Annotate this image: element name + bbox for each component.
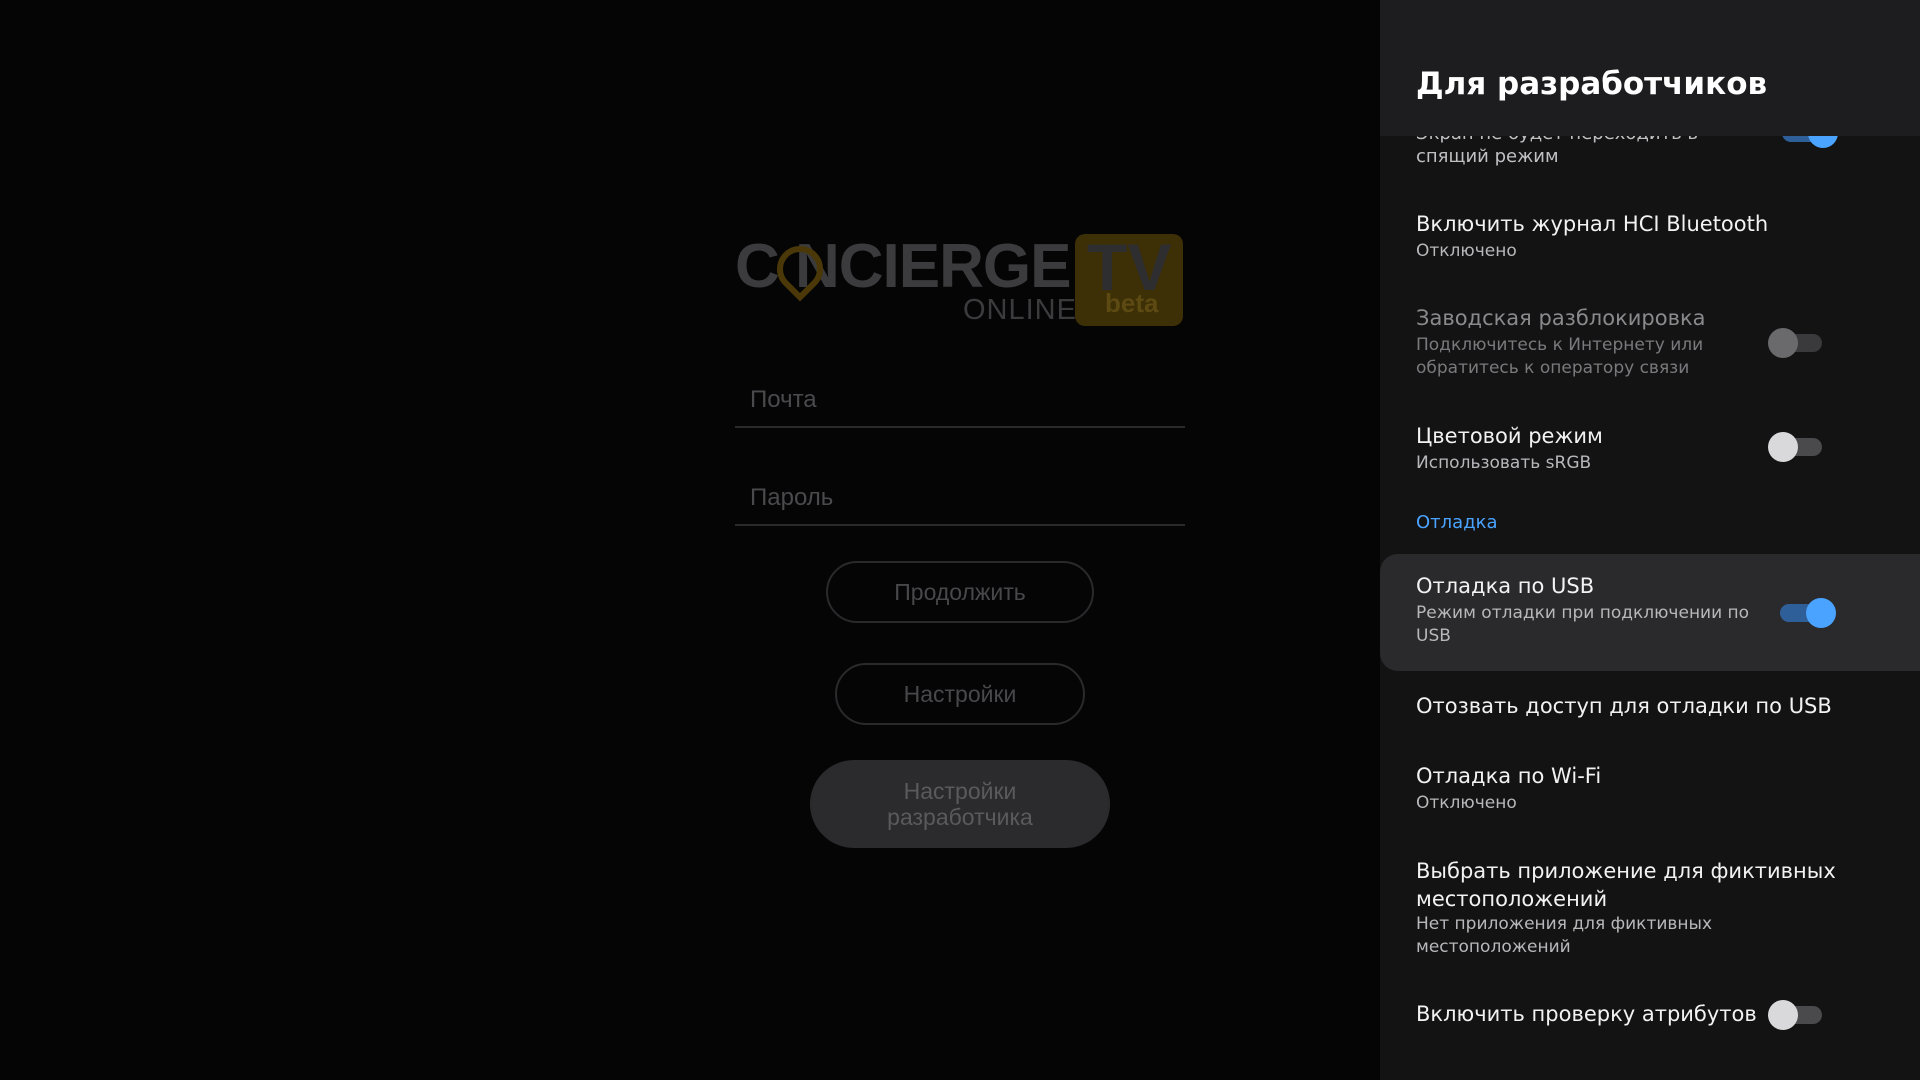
settings-item-title: Цветовой режим (1416, 424, 1603, 448)
settings-item-oem-unlock: Заводская разблокировка Подключитесь к И… (1380, 302, 1920, 388)
settings-item-subtitle: Нет приложения для фиктивных местоположе… (1416, 914, 1713, 957)
toggle-knob (1768, 328, 1798, 358)
login-screen: C NCIERGE ONLINE TV beta Почта Пароль Пр… (0, 0, 1380, 1080)
settings-item-title: Включить журнал HCI Bluetooth (1416, 212, 1769, 236)
continue-button[interactable]: Продолжить (826, 561, 1094, 623)
settings-item-usb-debugging[interactable]: Отладка по USB Режим отладки при подключ… (1380, 554, 1920, 671)
toggle-knob (1768, 1000, 1798, 1030)
settings-item-title: Включить проверку атрибутов (1416, 1002, 1757, 1026)
color-mode-toggle[interactable] (1768, 432, 1822, 462)
developer-options-panel: Для разработчиков Экран не будет переход… (1380, 0, 1920, 1080)
email-field[interactable]: Почта (735, 378, 1185, 428)
settings-item-subtitle: Отключено (1416, 241, 1517, 261)
settings-item-subtitle: Подключитесь к Интернету или обратитесь … (1416, 335, 1704, 378)
settings-item-subtitle: Использовать sRGB (1416, 453, 1592, 473)
settings-item-hci-log[interactable]: Включить журнал HCI Bluetooth Отключено (1380, 208, 1920, 274)
settings-item-color-mode[interactable]: Цветовой режим Использовать sRGB (1380, 420, 1920, 486)
developer-settings-button[interactable]: Настройки разработчика (810, 760, 1110, 848)
attribute-check-toggle[interactable] (1768, 1000, 1822, 1030)
concierge-tv-logo: C NCIERGE ONLINE TV beta (735, 232, 1185, 332)
section-header-debugging: Отладка (1416, 512, 1498, 533)
logo-online: ONLINE (963, 294, 1077, 326)
password-field[interactable]: Пароль (735, 476, 1185, 526)
logo-beta-text: beta (1105, 288, 1159, 318)
settings-item-subtitle: Режим отладки при подключении по USB (1416, 603, 1750, 646)
logo-tv-badge: TV beta (1075, 232, 1183, 326)
settings-item-title: Заводская разблокировка (1416, 306, 1706, 330)
email-placeholder: Почта (750, 386, 817, 413)
settings-item-mock-location[interactable]: Выбрать приложение для фиктивных местопо… (1380, 855, 1920, 965)
settings-item-attribute-check[interactable]: Включить проверку атрибутов (1380, 998, 1920, 1038)
settings-item-title: Выбрать приложение для фиктивных местопо… (1416, 859, 1836, 911)
panel-header: Для разработчиков (1380, 0, 1920, 136)
settings-item-title: Отозвать доступ для отладки по USB (1416, 694, 1832, 718)
toggle-knob (1806, 598, 1836, 628)
settings-item-title: Отладка по USB (1416, 574, 1595, 598)
oem-unlock-toggle (1768, 328, 1822, 358)
settings-item-title: Отладка по Wi-Fi (1416, 764, 1602, 788)
toggle-knob (1768, 432, 1798, 462)
panel-title: Для разработчиков (1416, 66, 1768, 102)
settings-button[interactable]: Настройки (835, 663, 1085, 725)
settings-item-revoke-usb[interactable]: Отозвать доступ для отладки по USB (1380, 690, 1920, 740)
settings-item-subtitle: Отключено (1416, 793, 1517, 813)
usb-debugging-toggle[interactable] (1780, 598, 1836, 628)
password-placeholder: Пароль (750, 484, 834, 511)
settings-item-wifi-debugging[interactable]: Отладка по Wi-Fi Отключено (1380, 760, 1920, 826)
